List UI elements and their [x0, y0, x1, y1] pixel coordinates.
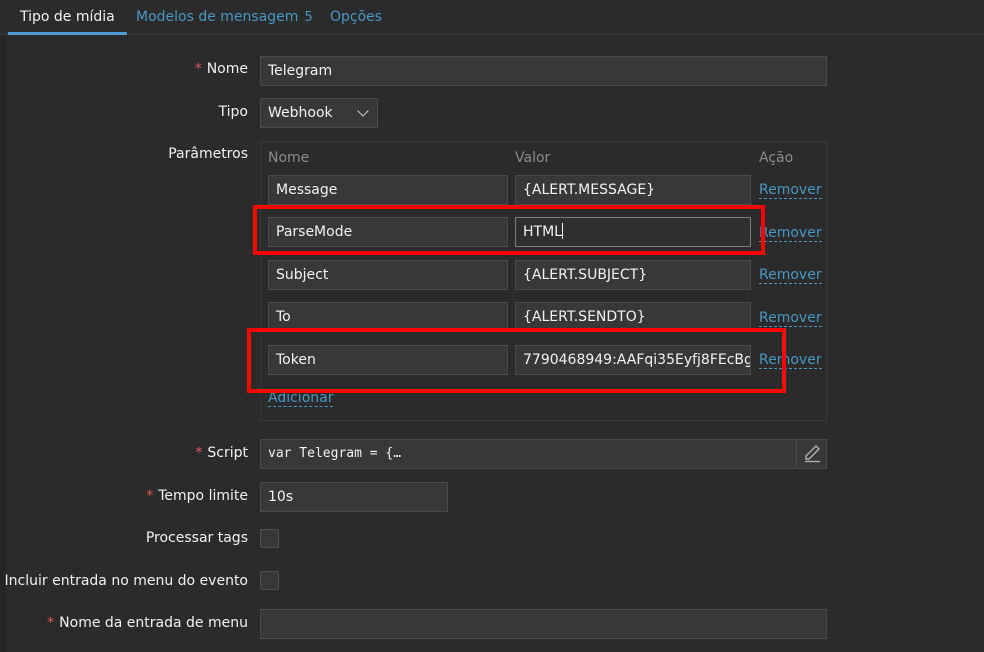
param-value-input[interactable]: {ALERT.SUBJECT}	[515, 260, 751, 290]
script-edit-button[interactable]	[796, 439, 827, 469]
params-header-nome: Nome	[268, 150, 310, 166]
param-value-input-focused[interactable]: HTML	[515, 217, 751, 247]
nome-label: * Nome	[195, 61, 248, 77]
nome-input[interactable]: Telegram	[260, 56, 827, 86]
tab-message-templates[interactable]: Modelos de mensagem 5	[136, 0, 313, 35]
menu-name-label-text: Nome da entrada de menu	[59, 615, 248, 631]
menu-name-label: * Nome da entrada de menu	[47, 615, 248, 631]
param-name-input[interactable]: Message	[268, 175, 508, 205]
script-value: var Telegram = {…	[268, 446, 402, 461]
required-marker: *	[195, 445, 203, 461]
include-menu-label: Incluir entrada no menu do evento	[4, 573, 248, 589]
process-tags-checkbox[interactable]	[260, 529, 279, 548]
param-name-input[interactable]: ParseMode	[268, 217, 508, 247]
script-label: * Script	[195, 445, 248, 461]
param-value-input[interactable]: {ALERT.MESSAGE}	[515, 175, 751, 205]
tab-message-templates-label: Modelos de mensagem	[136, 9, 299, 25]
timeout-label: * Tempo limite	[146, 488, 248, 504]
include-menu-checkbox[interactable]	[260, 571, 279, 590]
params-header-acao: Ação	[759, 150, 794, 166]
add-param-link[interactable]: Adicionar	[268, 390, 334, 407]
process-tags-label: Processar tags	[145, 530, 248, 546]
remove-param-link[interactable]: Remover	[759, 352, 822, 369]
tipo-label: Tipo	[218, 104, 248, 120]
timeout-input[interactable]: 10s	[260, 482, 448, 512]
tab-media-type[interactable]: Tipo de mídia	[8, 0, 127, 35]
required-marker: *	[146, 488, 154, 504]
param-value-text: HTML	[523, 224, 562, 240]
params-header-valor: Valor	[515, 150, 551, 166]
pencil-icon	[805, 445, 820, 463]
script-label-text: Script	[207, 445, 248, 461]
tab-message-templates-count: 5	[304, 10, 313, 25]
remove-param-link[interactable]: Remover	[759, 225, 822, 242]
chevron-down-icon	[357, 105, 369, 117]
param-name-input[interactable]: Token	[268, 345, 508, 375]
param-name-input[interactable]: To	[268, 302, 508, 332]
tab-media-type-label: Tipo de mídia	[20, 9, 115, 25]
left-strip	[0, 0, 6, 652]
param-name-input[interactable]: Subject	[268, 260, 508, 290]
remove-param-link[interactable]: Remover	[759, 267, 822, 284]
required-marker: *	[47, 615, 55, 631]
text-caret	[561, 223, 563, 239]
param-value-input[interactable]: 7790468949:AAFqi35Eyfj8FEcBg	[515, 345, 751, 375]
required-marker: *	[194, 61, 202, 77]
tipo-select[interactable]: Webhook	[260, 98, 378, 128]
nome-label-text: Nome	[206, 61, 248, 77]
tab-options[interactable]: Opções	[330, 0, 382, 35]
remove-param-link[interactable]: Remover	[759, 310, 822, 327]
menu-name-input[interactable]	[260, 609, 827, 639]
script-input[interactable]: var Telegram = {…	[260, 439, 827, 469]
parametros-label: Parâmetros	[168, 146, 248, 162]
tipo-select-value: Webhook	[268, 105, 333, 121]
tab-bar: Tipo de mídia Modelos de mensagem 5 Opçõe…	[0, 0, 984, 35]
param-value-input[interactable]: {ALERT.SENDTO}	[515, 302, 751, 332]
remove-param-link[interactable]: Remover	[759, 182, 822, 199]
timeout-label-text: Tempo limite	[158, 488, 248, 504]
tab-options-label: Opções	[330, 9, 383, 25]
